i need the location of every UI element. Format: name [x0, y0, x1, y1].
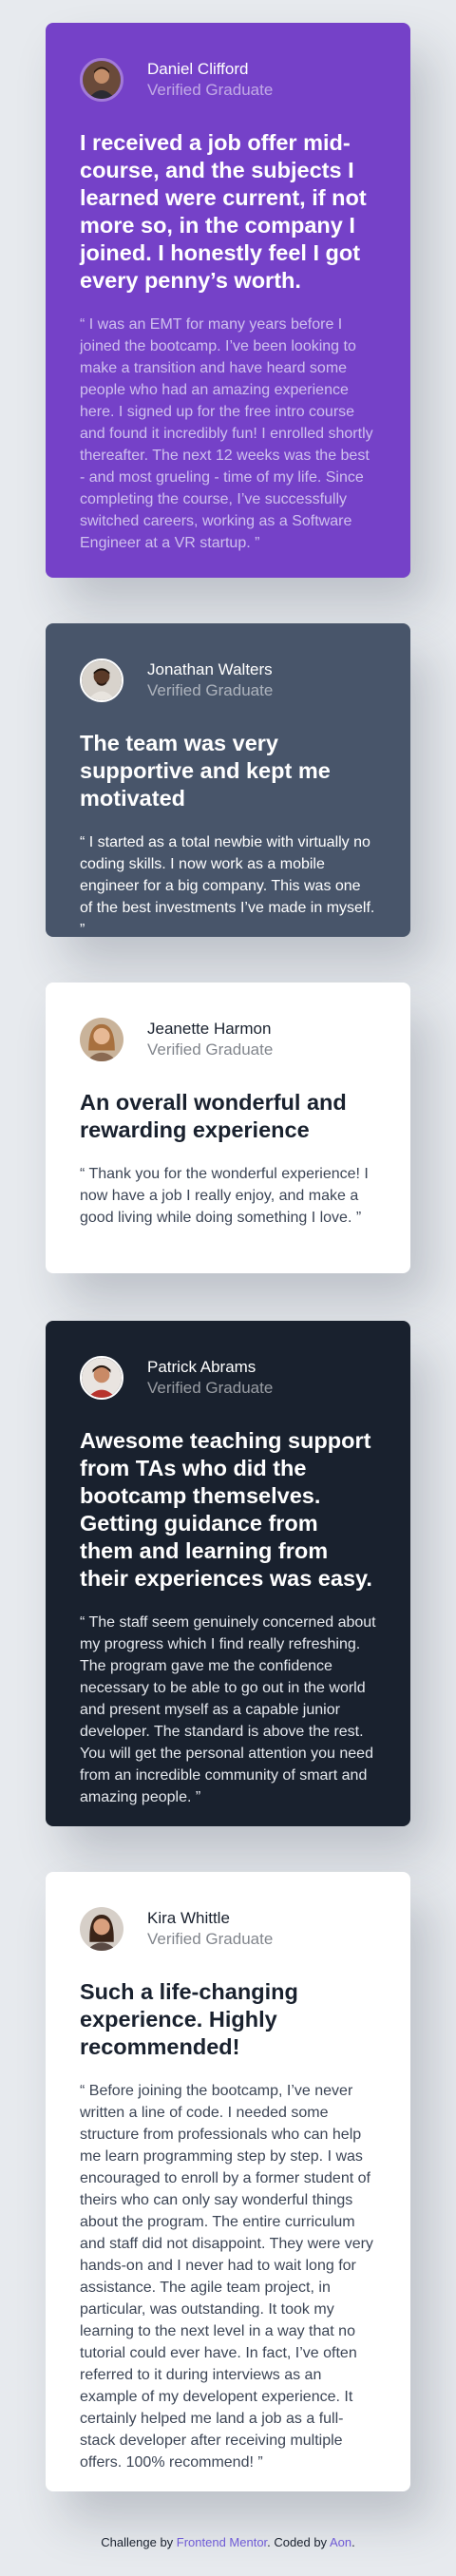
testimonial-quote: “ I started as a total newbie with virtu…	[80, 834, 375, 938]
footer-suffix: .	[352, 2535, 355, 2549]
author-name: Kira Whittle	[147, 1909, 230, 1927]
testimonial-author: Jonathan Walters Verified Graduate	[80, 658, 376, 703]
testimonial-headline: The team was very supportive and kept me…	[80, 731, 331, 811]
author-name: Jeanette Harmon	[147, 1020, 272, 1038]
footer-prefix: Challenge by	[101, 2535, 177, 2549]
testimonial-headline: Such a life-changing experience. Highly …	[80, 1979, 298, 2059]
footer-middle: . Coded by	[267, 2535, 330, 2549]
testimonial-card-daniel: Daniel Clifford Verified Graduate I rece…	[46, 23, 410, 578]
testimonial-author: Kira Whittle Verified Graduate	[80, 1906, 376, 1952]
testimonial-card-kira: Kira Whittle Verified Graduate Such a li…	[46, 1872, 410, 2491]
author-role: Verified Graduate	[147, 1379, 274, 1397]
author-role: Verified Graduate	[147, 681, 274, 699]
author-link[interactable]: Aon	[330, 2535, 352, 2549]
testimonial-author: Daniel Clifford Verified Graduate	[80, 57, 376, 103]
author-role: Verified Graduate	[147, 1930, 274, 1948]
avatar-kira-icon	[80, 1907, 124, 1951]
author-name: Patrick Abrams	[147, 1358, 256, 1376]
testimonial-author: Jeanette Harmon Verified Graduate	[80, 1017, 376, 1062]
frontend-mentor-link[interactable]: Frontend Mentor	[177, 2535, 267, 2549]
avatar-jeanette-icon	[80, 1018, 124, 1061]
testimonial-card-jonathan: Jonathan Walters Verified Graduate The t…	[46, 623, 410, 938]
author-role: Verified Graduate	[147, 81, 274, 99]
author-name: Jonathan Walters	[147, 660, 273, 678]
avatar-patrick-icon	[80, 1356, 124, 1400]
testimonial-card-patrick: Patrick Abrams Verified Graduate Awesome…	[46, 1321, 410, 1826]
testimonial-author: Patrick Abrams Verified Graduate	[80, 1355, 376, 1401]
testimonial-card-jeanette: Jeanette Harmon Verified Graduate An ove…	[46, 983, 410, 1273]
avatar-daniel-icon	[80, 58, 124, 102]
testimonial-headline: I received a job offer mid-course, and t…	[80, 130, 367, 293]
author-role: Verified Graduate	[147, 1040, 274, 1059]
testimonial-quote: “ The staff seem genuinely concerned abo…	[80, 1614, 376, 1805]
testimonial-headline: Awesome teaching support from TAs who di…	[80, 1428, 372, 1591]
avatar-jonathan-icon	[80, 658, 124, 702]
attribution-footer: Challenge by Frontend Mentor. Coded by A…	[0, 2535, 456, 2549]
testimonial-headline: An overall wonderful and rewarding exper…	[80, 1090, 347, 1142]
testimonial-quote: “ I was an EMT for many years before I j…	[80, 316, 373, 551]
testimonial-quote: “ Before joining the bootcamp, I’ve neve…	[80, 2083, 373, 2471]
testimonial-quote: “ Thank you for the wonderful experience…	[80, 1166, 369, 1226]
author-name: Daniel Clifford	[147, 60, 249, 78]
